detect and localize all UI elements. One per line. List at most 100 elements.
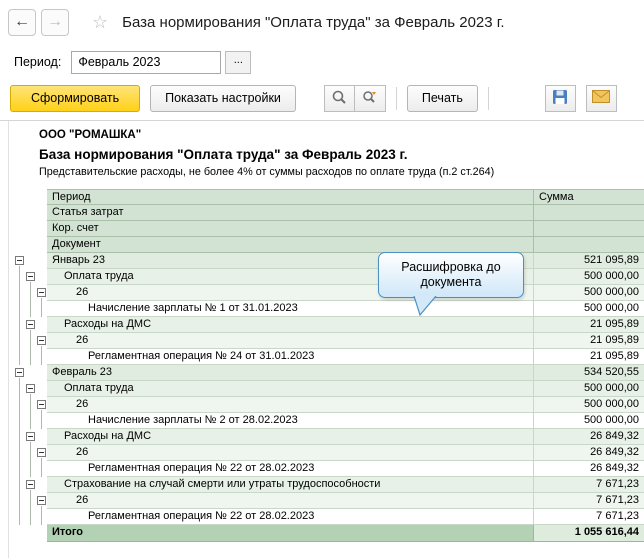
collapse-toggle[interactable] bbox=[37, 288, 46, 297]
tree-gutter bbox=[9, 525, 47, 542]
search-next-button[interactable] bbox=[354, 84, 386, 112]
period-input[interactable] bbox=[71, 50, 222, 74]
email-button[interactable] bbox=[585, 84, 617, 112]
save-floppy-icon bbox=[552, 89, 568, 108]
table-row-total[interactable]: Итого 1 055 616,44 bbox=[9, 525, 644, 542]
row-sum: 7 671,23 bbox=[534, 493, 644, 509]
table-row[interactable]: Регламентная операция № 24 от 31.01.2023… bbox=[9, 349, 644, 365]
print-button[interactable]: Печать bbox=[406, 84, 478, 112]
search-button-group bbox=[323, 84, 386, 112]
row-sum: 21 095,89 bbox=[534, 349, 644, 365]
page-title: База нормирования "Оплата труда" за Февр… bbox=[122, 13, 505, 31]
collapse-toggle[interactable] bbox=[26, 320, 35, 329]
search-button[interactable] bbox=[323, 84, 355, 112]
save-button[interactable] bbox=[544, 84, 576, 112]
show-settings-button[interactable]: Показать настройки bbox=[150, 84, 296, 112]
table-row[interactable]: 26 500 000,00 bbox=[9, 397, 644, 413]
total-label: Итого bbox=[47, 525, 534, 542]
back-button[interactable]: ← bbox=[8, 8, 36, 36]
row-sum: 500 000,00 bbox=[534, 381, 644, 397]
forward-button[interactable]: → bbox=[41, 8, 69, 36]
table-row[interactable]: Расходы на ДМС 21 095,89 bbox=[9, 317, 644, 333]
table-row[interactable]: Оплата труда 500 000,00 bbox=[9, 381, 644, 397]
report-toolbar: Сформировать Показать настройки Печать bbox=[0, 80, 644, 116]
collapse-toggle[interactable] bbox=[37, 400, 46, 409]
collapse-toggle[interactable] bbox=[37, 448, 46, 457]
search-icon bbox=[331, 89, 347, 108]
header-row[interactable]: Период Сумма bbox=[9, 189, 644, 205]
table-row[interactable]: Оплата труда 500 000,00 bbox=[9, 269, 644, 285]
row-label: 26 bbox=[47, 493, 534, 509]
header-row[interactable]: Статья затрат bbox=[9, 205, 644, 221]
tree-gutter bbox=[9, 221, 47, 237]
generate-button[interactable]: Сформировать bbox=[10, 84, 141, 112]
app-window: { "nav": { "back": "←", "forward": "→", … bbox=[0, 0, 644, 558]
row-sum: 21 095,89 bbox=[534, 317, 644, 333]
row-sum: 500 000,00 bbox=[534, 285, 644, 301]
tree-gutter bbox=[9, 237, 47, 253]
row-label: Февраль 23 bbox=[47, 365, 534, 381]
row-sum: 534 520,55 bbox=[534, 365, 644, 381]
collapse-toggle[interactable] bbox=[15, 256, 24, 265]
table-row[interactable]: Регламентная операция № 22 от 28.02.2023… bbox=[9, 509, 644, 525]
table-row[interactable]: Начисление зарплаты № 1 от 31.01.2023 500… bbox=[9, 301, 644, 317]
report-title: База нормирования "Оплата труда" за Февр… bbox=[39, 147, 408, 162]
sum-header-cell: Сумма bbox=[534, 189, 644, 205]
callout-text: Расшифровка до документа bbox=[401, 260, 501, 289]
favorites-star-icon[interactable]: ☆ bbox=[92, 12, 108, 33]
sum-header-cell bbox=[534, 205, 644, 221]
header-cell: Период bbox=[47, 189, 534, 205]
total-sum: 1 055 616,44 bbox=[534, 525, 644, 542]
table-row[interactable]: 26 500 000,00 bbox=[9, 285, 644, 301]
table-row[interactable]: Февраль 23 534 520,55 bbox=[9, 365, 644, 381]
row-label: 26 bbox=[47, 397, 534, 413]
row-label: Страхование на случай смерти или утраты … bbox=[47, 477, 534, 493]
toolbar-divider bbox=[487, 86, 489, 110]
tree-gutter bbox=[9, 253, 47, 269]
tree-gutter bbox=[9, 285, 47, 301]
row-sum: 500 000,00 bbox=[534, 269, 644, 285]
table-row[interactable]: Расходы на ДМС 26 849,32 bbox=[9, 429, 644, 445]
collapse-toggle[interactable] bbox=[26, 432, 35, 441]
tree-gutter bbox=[9, 477, 47, 493]
tree-gutter bbox=[9, 333, 47, 349]
table-row[interactable]: Январь 23 521 095,89 bbox=[9, 253, 644, 269]
tree-gutter bbox=[9, 301, 47, 317]
table-row[interactable]: 26 21 095,89 bbox=[9, 333, 644, 349]
collapse-toggle[interactable] bbox=[26, 480, 35, 489]
header-cell: Документ bbox=[47, 237, 534, 253]
collapse-toggle[interactable] bbox=[26, 384, 35, 393]
table-row[interactable]: Регламентная операция № 22 от 28.02.2023… bbox=[9, 461, 644, 477]
collapse-toggle[interactable] bbox=[15, 368, 24, 377]
tree-gutter bbox=[9, 493, 47, 509]
row-label: Регламентная операция № 24 от 31.01.2023 bbox=[47, 349, 534, 365]
table-row[interactable]: Страхование на случай смерти или утраты … bbox=[9, 477, 644, 493]
table-row[interactable]: Начисление зарплаты № 2 от 28.02.2023 500… bbox=[9, 413, 644, 429]
row-label: Расходы на ДМС bbox=[47, 429, 534, 445]
nav-toolbar: ← → ☆ База нормирования "Оплата труда" з… bbox=[0, 0, 644, 44]
table-row[interactable]: 26 26 849,32 bbox=[9, 445, 644, 461]
row-label: Регламентная операция № 22 от 28.02.2023 bbox=[47, 461, 534, 477]
row-sum: 26 849,32 bbox=[534, 461, 644, 477]
row-label: Оплата труда bbox=[47, 381, 534, 397]
collapse-toggle[interactable] bbox=[26, 272, 35, 281]
toolbar-divider bbox=[395, 86, 397, 110]
row-sum: 26 849,32 bbox=[534, 429, 644, 445]
period-picker-button[interactable]: ... bbox=[225, 50, 252, 74]
tree-gutter bbox=[9, 205, 47, 221]
sum-header-cell bbox=[534, 221, 644, 237]
company-name: ООО "РОМАШКА" bbox=[39, 129, 142, 141]
header-row[interactable]: Документ bbox=[9, 237, 644, 253]
row-label: 26 bbox=[47, 333, 534, 349]
row-sum: 26 849,32 bbox=[534, 445, 644, 461]
row-sum: 500 000,00 bbox=[534, 413, 644, 429]
collapse-toggle[interactable] bbox=[37, 496, 46, 505]
header-cell: Статья затрат bbox=[47, 205, 534, 221]
row-sum: 7 671,23 bbox=[534, 509, 644, 525]
tree-gutter bbox=[9, 365, 47, 381]
table-row[interactable]: 26 7 671,23 bbox=[9, 493, 644, 509]
tree-gutter bbox=[9, 461, 47, 477]
callout-tooltip: Расшифровка до документа bbox=[378, 252, 524, 316]
header-row[interactable]: Кор. счет bbox=[9, 221, 644, 237]
collapse-toggle[interactable] bbox=[37, 336, 46, 345]
